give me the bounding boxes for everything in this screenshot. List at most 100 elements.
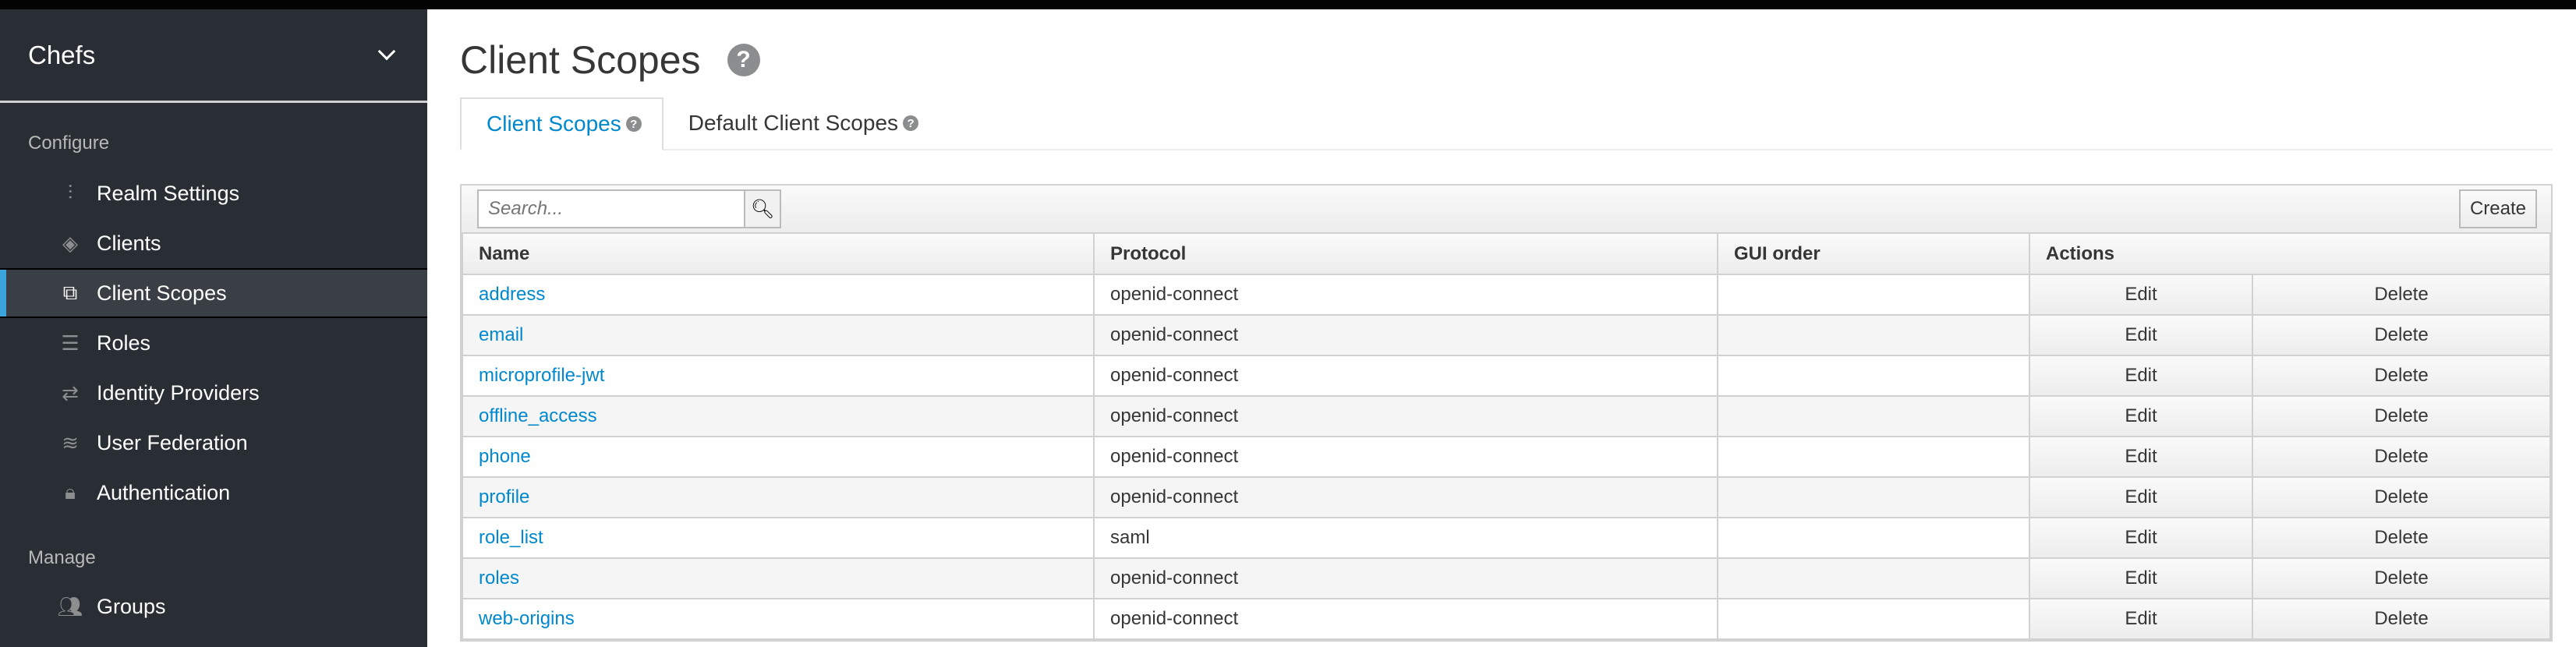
tab-client-scopes[interactable]: Client Scopes?: [460, 97, 663, 150]
database-icon: ≋: [62, 430, 79, 454]
delete-button[interactable]: Delete: [2252, 436, 2551, 478]
scope-link[interactable]: microprofile-jwt: [479, 365, 604, 386]
realm-selector[interactable]: Chefs: [0, 9, 427, 103]
sidebar-item-label: Realm Settings: [97, 181, 240, 205]
scope-link[interactable]: web-origins: [479, 608, 575, 629]
protocol-cell: openid-connect: [1093, 476, 1718, 518]
top-bar: [0, 0, 2576, 9]
sidebar: Chefs Configure ⫶ Realm Settings ◈ Clients ⧉…: [0, 9, 427, 647]
delete-button[interactable]: Delete: [2252, 598, 2551, 640]
sidebar-item-label: Clients: [97, 231, 161, 255]
section-configure: Configure: [28, 133, 110, 154]
delete-button[interactable]: Delete: [2252, 355, 2551, 397]
sidebar-item-label: Client Scopes: [97, 281, 227, 305]
tab-default-client-scopes[interactable]: Default Client Scopes?: [663, 97, 939, 149]
scope-link[interactable]: phone: [479, 446, 531, 467]
delete-button[interactable]: Delete: [2252, 517, 2551, 559]
scope-link[interactable]: address: [479, 284, 545, 305]
edit-button[interactable]: Edit: [2029, 436, 2253, 478]
gui-order-cell: [1717, 557, 2030, 599]
protocol-cell: openid-connect: [1093, 395, 1718, 437]
help-icon[interactable]: ?: [727, 44, 760, 76]
sidebar-item-groups[interactable]: 👥︎ Groups: [0, 582, 427, 631]
table-row: microprofile-jwt openid-connect Edit Delete: [462, 355, 2551, 397]
protocol-cell: openid-connect: [1093, 355, 1718, 397]
sidebar-item-label: Authentication: [97, 480, 231, 504]
table-row: email openid-connect Edit Delete: [462, 314, 2551, 356]
col-name[interactable]: Name: [462, 234, 1095, 275]
realm-name: Chefs: [28, 40, 96, 69]
exchange-icon: ⇄: [62, 380, 79, 405]
gui-order-cell: [1717, 274, 2030, 316]
table-row: address openid-connect Edit Delete: [462, 274, 2551, 316]
name-cell: roles: [462, 557, 1095, 599]
col-actions: Actions: [2029, 234, 2551, 275]
gui-order-cell: [1717, 476, 2030, 518]
edit-button[interactable]: Edit: [2029, 274, 2253, 316]
help-icon[interactable]: ?: [903, 115, 919, 131]
delete-button[interactable]: Delete: [2252, 274, 2551, 316]
server-icon: ☰: [61, 331, 80, 355]
scope-link[interactable]: role_list: [479, 527, 543, 548]
scope-link[interactable]: offline_access: [479, 405, 597, 426]
page-title-text: Client Scopes: [460, 38, 701, 82]
table-header: Name Protocol GUI order Actions: [462, 234, 2551, 275]
name-cell: offline_access: [462, 395, 1095, 437]
name-cell: email: [462, 314, 1095, 356]
scope-link[interactable]: roles: [479, 567, 519, 589]
gui-order-cell: [1717, 598, 2030, 640]
scope-link[interactable]: email: [479, 324, 523, 345]
sidebar-item-label: Groups: [97, 594, 166, 618]
sidebar-item-clients[interactable]: ◈ Clients: [0, 218, 427, 268]
name-cell: address: [462, 274, 1095, 316]
search-button[interactable]: 🔍︎: [744, 191, 780, 227]
delete-button[interactable]: Delete: [2252, 314, 2551, 356]
delete-button[interactable]: Delete: [2252, 395, 2551, 437]
col-gui-order[interactable]: GUI order: [1717, 234, 2030, 275]
table-row: role_list saml Edit Delete: [462, 517, 2551, 559]
lock-icon: 🔒︎: [65, 480, 76, 504]
protocol-cell: saml: [1093, 517, 1718, 559]
gui-order-cell: [1717, 395, 2030, 437]
protocol-cell: openid-connect: [1093, 314, 1718, 356]
edit-button[interactable]: Edit: [2029, 395, 2253, 437]
sidebar-item-label: User Federation: [97, 430, 248, 454]
edit-button[interactable]: Edit: [2029, 476, 2253, 518]
delete-button[interactable]: Delete: [2252, 476, 2551, 518]
search-group: 🔍︎: [477, 189, 781, 228]
gui-order-cell: [1717, 314, 2030, 356]
sidebar-item-roles[interactable]: ☰ Roles: [0, 318, 427, 368]
table-row: profile openid-connect Edit Delete: [462, 476, 2551, 518]
users-icon: 👥︎: [57, 594, 83, 618]
sidebar-item-authentication[interactable]: 🔒︎ Authentication: [0, 468, 427, 518]
sidebar-item-user-federation[interactable]: ≋ User Federation: [0, 418, 427, 468]
name-cell: web-origins: [462, 598, 1095, 640]
edit-button[interactable]: Edit: [2029, 598, 2253, 640]
sidebar-item-realm-settings[interactable]: ⫶ Realm Settings: [0, 168, 427, 218]
client-scopes-table: 🔍︎ Create Name Protocol GUI order Action…: [460, 184, 2553, 642]
edit-button[interactable]: Edit: [2029, 314, 2253, 356]
cube-icon: ◈: [62, 231, 78, 255]
table-row: phone openid-connect Edit Delete: [462, 436, 2551, 478]
create-button[interactable]: Create: [2458, 189, 2537, 228]
edit-button[interactable]: Edit: [2029, 517, 2253, 559]
sidebar-item-label: Roles: [97, 331, 151, 355]
sidebar-item-client-scopes[interactable]: ⧉ Client Scopes: [0, 268, 427, 318]
table-row: roles openid-connect Edit Delete: [462, 557, 2551, 599]
search-input[interactable]: [479, 191, 744, 227]
tabs: Client Scopes? Default Client Scopes?: [460, 97, 2553, 150]
name-cell: profile: [462, 476, 1095, 518]
edit-button[interactable]: Edit: [2029, 557, 2253, 599]
protocol-cell: openid-connect: [1093, 598, 1718, 640]
table-row: web-origins openid-connect Edit Delete: [462, 598, 2551, 640]
cubes-icon: ⧉: [62, 281, 78, 304]
help-icon[interactable]: ?: [625, 116, 642, 132]
scope-link[interactable]: profile: [479, 486, 529, 507]
delete-button[interactable]: Delete: [2252, 557, 2551, 599]
chevron-down-icon: [377, 42, 396, 60]
sidebar-item-identity-providers[interactable]: ⇄ Identity Providers: [0, 368, 427, 418]
col-protocol[interactable]: Protocol: [1093, 234, 1718, 275]
tab-label: Client Scopes: [487, 111, 621, 136]
table-row: offline_access openid-connect Edit Delete: [462, 395, 2551, 437]
edit-button[interactable]: Edit: [2029, 355, 2253, 397]
